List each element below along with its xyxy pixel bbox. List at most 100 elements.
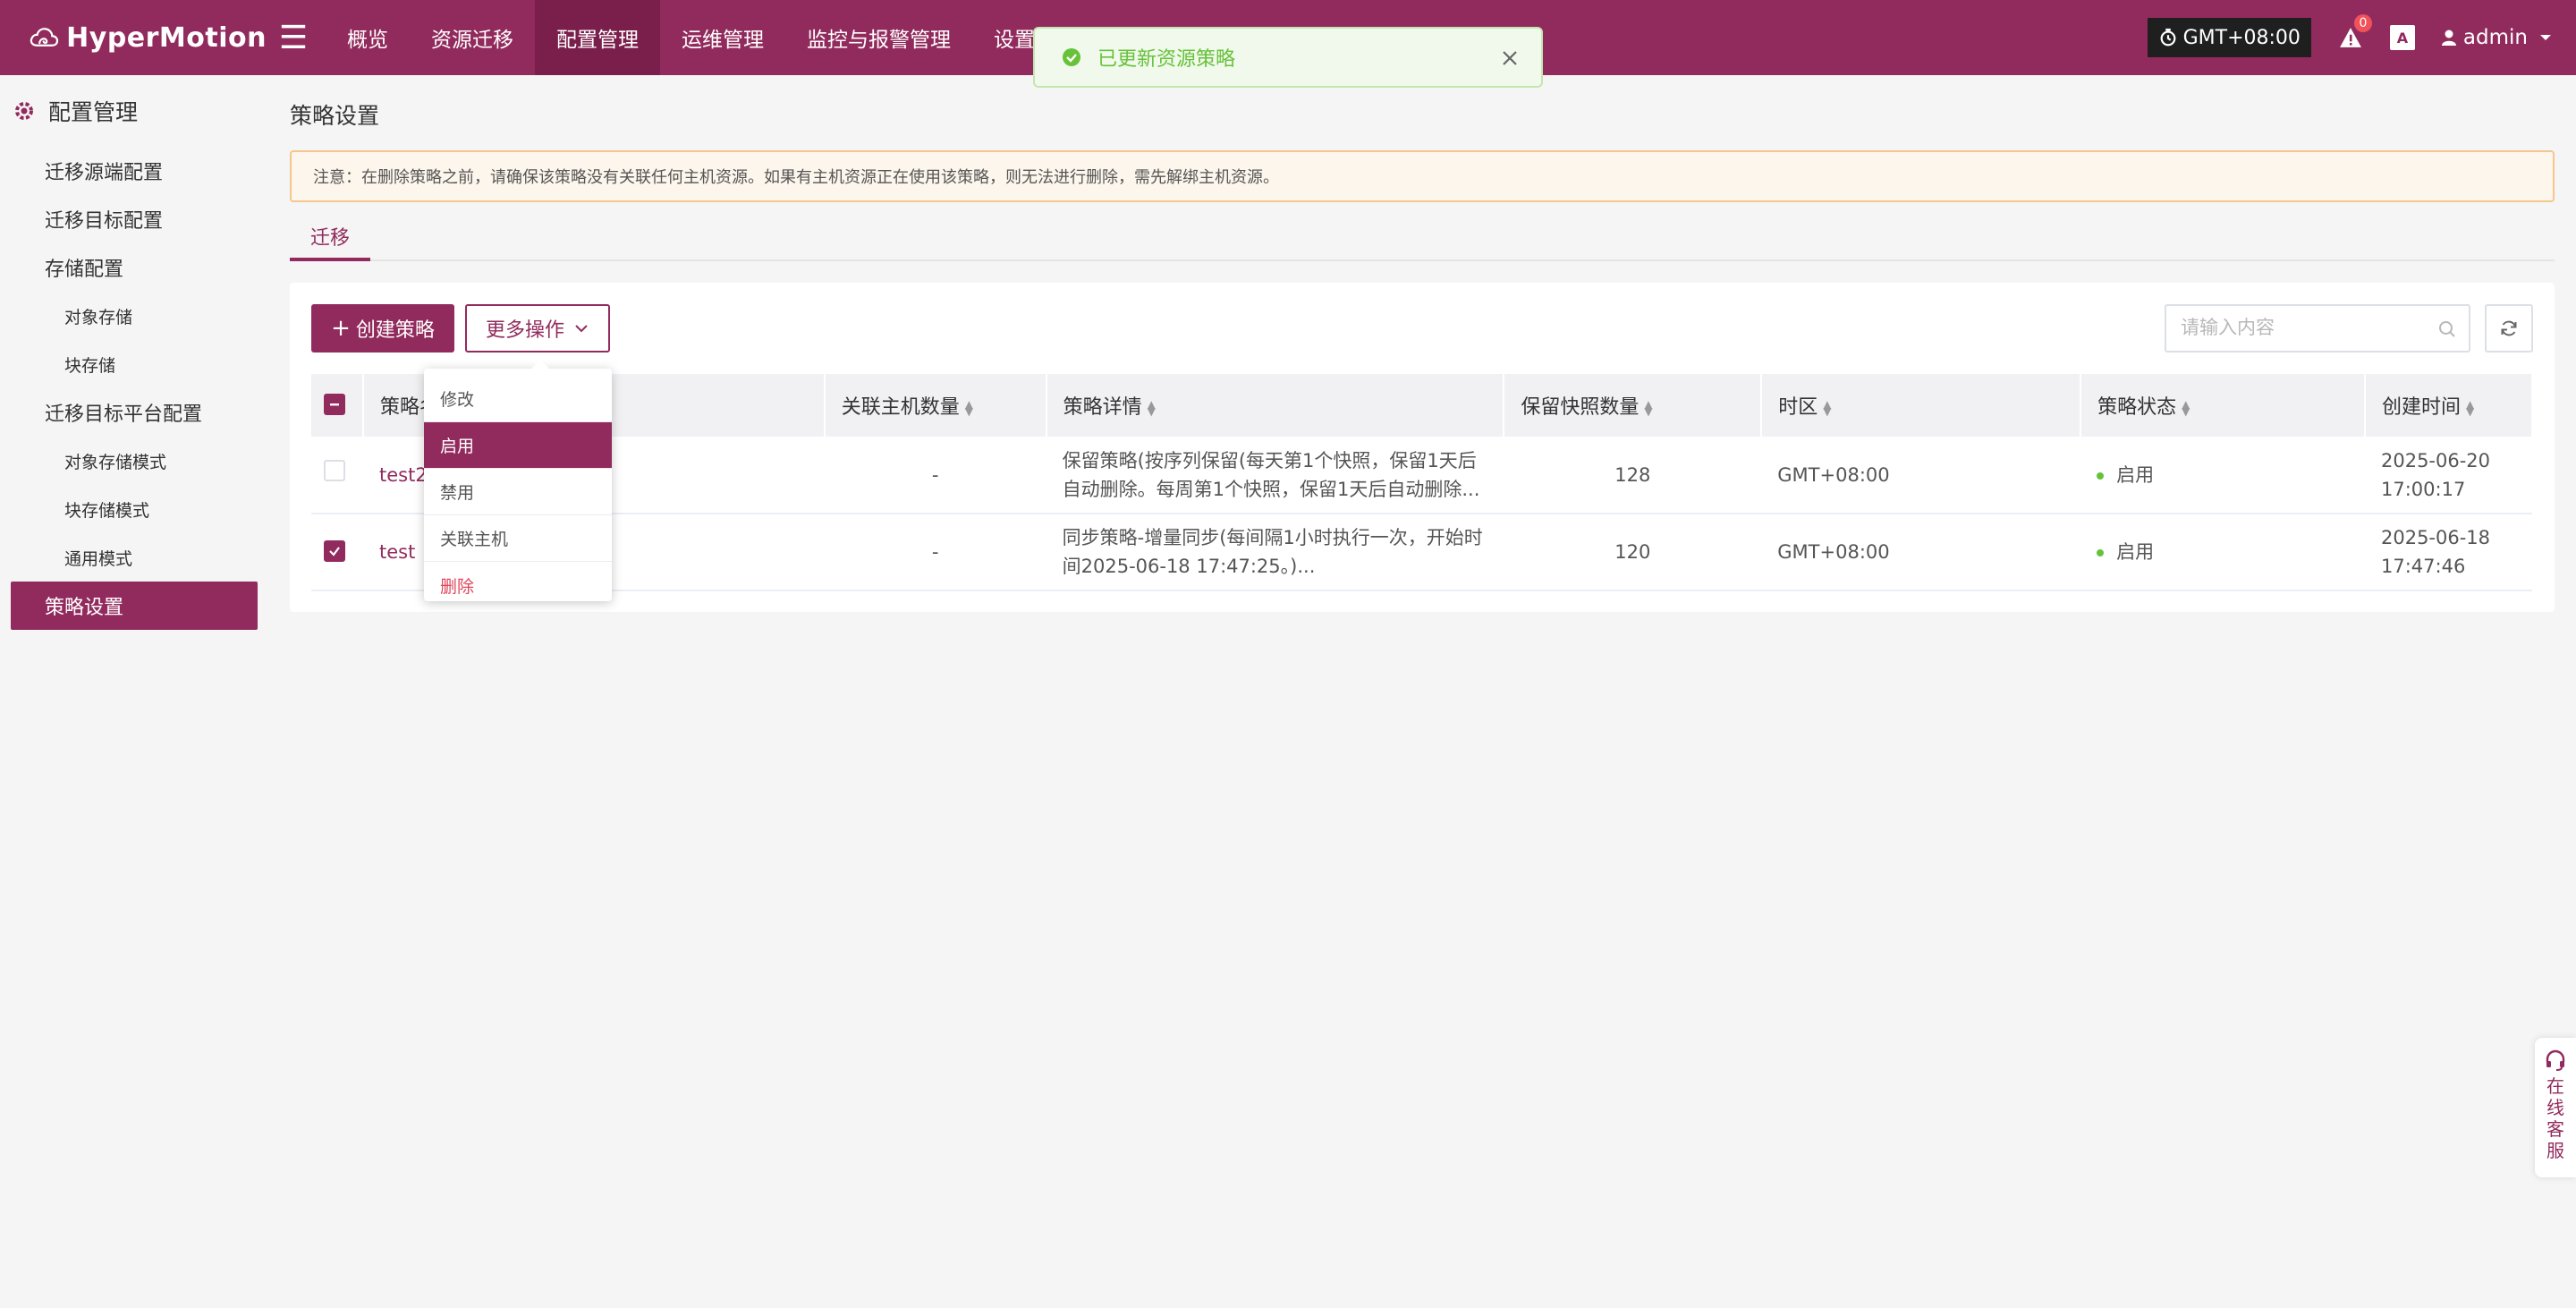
minus-icon xyxy=(330,403,339,406)
warning-notice: 注意：在删除策略之前，请确保该策略没有关联任何主机资源。如果有主机资源正在使用该… xyxy=(290,150,2555,202)
online-service-button[interactable]: 在 线 客 服 xyxy=(2535,1038,2576,1177)
column-header-timezone[interactable]: 时区 ▲ ▼ xyxy=(1761,374,2082,437)
alert-button[interactable]: 0 xyxy=(2334,14,2372,55)
logo[interactable]: HyperMotion xyxy=(29,11,267,64)
column-header-hosts-label: 关联主机数量 xyxy=(841,396,960,419)
page-title: 策略设置 xyxy=(290,103,380,129)
status-dot-icon xyxy=(2097,549,2105,556)
status-label: 启用 xyxy=(2116,463,2155,486)
detail-line: 同步策略-增量同步(每间隔1小时执行一次，开始时 xyxy=(1062,527,1483,548)
create-policy-button[interactable]: + 创建策略 xyxy=(311,304,454,352)
select-all-cell xyxy=(311,374,364,437)
sidebar-item-storage-config[interactable]: 存储配置 xyxy=(0,243,268,292)
column-header-status-label: 策略状态 xyxy=(2097,396,2177,419)
hosts-cell: - xyxy=(824,514,1046,591)
sidebar-item-object-storage[interactable]: 对象存储 xyxy=(0,292,268,340)
column-header-snapshots[interactable]: 保留快照数量 ▲ ▼ xyxy=(1504,374,1763,437)
nav-item-monitoring-alarm[interactable]: 监控与报警管理 xyxy=(785,0,972,75)
sidebar-item-migration-source[interactable]: 迁移源端配置 xyxy=(0,147,268,195)
app-name: HyperMotion xyxy=(66,21,267,54)
online-service-char: 客 xyxy=(2546,1118,2564,1140)
timezone-cell: GMT+08:00 xyxy=(1761,514,2081,591)
nav-item-resource-migration[interactable]: 资源迁移 xyxy=(410,0,535,75)
menu-toggle-icon[interactable]: ☰ xyxy=(267,0,320,75)
headset-icon xyxy=(2546,1049,2565,1071)
nav-item-config-management[interactable]: 配置管理 xyxy=(535,0,660,75)
tab-bar: 迁移 xyxy=(290,224,2555,261)
column-header-detail-label: 策略详情 xyxy=(1063,396,1142,419)
refresh-icon xyxy=(2501,320,2517,336)
detail-line: 自动删除。每周第1个快照，保留1天后自动删除... xyxy=(1062,478,1480,500)
status-dot-icon xyxy=(2097,471,2105,480)
column-header-detail[interactable]: 策略详情 ▲ ▼ xyxy=(1046,374,1505,437)
search-icon[interactable] xyxy=(2438,320,2456,338)
policy-name-link[interactable]: test xyxy=(379,541,415,563)
sidebar-item-block-storage-mode[interactable]: 块存储模式 xyxy=(0,485,268,533)
column-header-snapshots-label: 保留快照数量 xyxy=(1521,396,1640,419)
sidebar-item-migration-target[interactable]: 迁移目标配置 xyxy=(0,195,268,243)
sidebar-item-object-storage-mode[interactable]: 对象存储模式 xyxy=(0,437,268,485)
sort-icon[interactable]: ▲ ▼ xyxy=(1823,399,1831,417)
online-service-char: 在 xyxy=(2546,1075,2564,1097)
menu-item-associate-host[interactable]: 关联主机 xyxy=(424,515,612,562)
column-header-timezone-label: 时区 xyxy=(1778,396,1818,419)
user-icon xyxy=(2441,30,2456,46)
sidebar-item-general-mode[interactable]: 通用模式 xyxy=(0,533,268,582)
created-time: 17:47:46 xyxy=(2380,556,2466,577)
sidebar-item-target-platform[interactable]: 迁移目标平台配置 xyxy=(0,388,268,437)
check-icon xyxy=(329,547,340,556)
column-header-created[interactable]: 创建时间 ▲ ▼ xyxy=(2364,374,2534,437)
language-switch-icon[interactable]: A xyxy=(2389,25,2415,50)
nav-item-overview[interactable]: 概览 xyxy=(326,0,410,75)
nav-item-ops-management[interactable]: 运维管理 xyxy=(660,0,785,75)
sort-icon[interactable]: ▲ ▼ xyxy=(2182,399,2190,417)
sort-icon[interactable]: ▲ ▼ xyxy=(1148,399,1156,417)
search-input[interactable] xyxy=(2181,318,2431,339)
policy-name-link[interactable]: test2 xyxy=(379,464,428,486)
search-box xyxy=(2165,304,2470,352)
detail-cell: 同步策略-增量同步(每间隔1小时执行一次，开始时 间2025-06-18 17:4… xyxy=(1046,514,1504,591)
chevron-down-icon xyxy=(575,325,588,333)
table-row[interactable]: test - 同步策略-增量同步(每间隔1小时执行一次，开始时 间2025-06-… xyxy=(311,514,2532,591)
more-actions-button[interactable]: 更多操作 xyxy=(465,304,610,352)
detail-line: 间2025-06-18 17:47:25。)... xyxy=(1062,556,1316,577)
column-header-hosts[interactable]: 关联主机数量 ▲ ▼ xyxy=(824,374,1047,437)
timezone-button[interactable]: GMT+08:00 xyxy=(2147,18,2311,57)
online-service-char: 线 xyxy=(2546,1097,2564,1118)
tab-migration[interactable]: 迁移 xyxy=(290,224,370,261)
created-time: 17:00:17 xyxy=(2380,478,2466,500)
username: admin xyxy=(2462,26,2528,49)
row-checkbox[interactable] xyxy=(324,540,345,562)
create-policy-label: 创建策略 xyxy=(355,319,435,342)
menu-item-disable[interactable]: 禁用 xyxy=(424,469,612,515)
menu-item-edit[interactable]: 修改 xyxy=(424,376,612,422)
user-menu[interactable]: admin xyxy=(2440,26,2558,49)
table-row[interactable]: test2 - 保留策略(按序列保留(每天第1个快照，保留1天后 自动删除。每周第… xyxy=(311,437,2532,514)
sort-icon[interactable]: ▲ ▼ xyxy=(965,399,973,417)
timezone-label: GMT+08:00 xyxy=(2182,26,2301,49)
more-actions-dropdown: 修改 启用 禁用 关联主机 删除 xyxy=(424,360,612,601)
sort-icon[interactable]: ▲ ▼ xyxy=(2466,399,2474,417)
column-header-created-label: 创建时间 xyxy=(2381,396,2461,419)
success-check-icon xyxy=(1063,48,1080,66)
close-icon[interactable] xyxy=(1500,48,1520,68)
row-checkbox[interactable] xyxy=(324,460,345,481)
sidebar-title-label: 配置管理 xyxy=(48,99,139,125)
policy-card: + 创建策略 更多操作 策略名 关联主机数量▲▼ 策略详情▲▼ 保 xyxy=(290,283,2555,612)
created-cell: 2025-06-20 17:00:17 xyxy=(2364,437,2532,514)
hosts-cell: - xyxy=(824,437,1046,514)
select-all-checkbox[interactable] xyxy=(324,394,345,415)
gear-config-icon xyxy=(15,102,33,120)
sidebar-item-block-storage[interactable]: 块存储 xyxy=(0,340,268,388)
snapshots-cell: 128 xyxy=(1504,437,1762,514)
refresh-button[interactable] xyxy=(2485,304,2533,352)
sidebar-item-policy-settings[interactable]: 策略设置 xyxy=(11,582,258,630)
header-right: GMT+08:00 0 A admin xyxy=(2147,0,2576,75)
table-header-row: 策略名 关联主机数量 ▲ ▼ 策略详情 ▲ ▼ 保留快照数量 ▲ ▼ 时区 ▲ ▼ 策略状态 ▲ ▼… xyxy=(311,374,2534,437)
created-cell: 2025-06-18 17:47:46 xyxy=(2364,514,2532,591)
column-header-status[interactable]: 策略状态 ▲ ▼ xyxy=(2080,374,2366,437)
menu-item-delete[interactable]: 删除 xyxy=(424,562,612,608)
menu-item-enable[interactable]: 启用 xyxy=(424,422,612,469)
more-actions-label: 更多操作 xyxy=(485,319,564,342)
sort-icon[interactable]: ▲ ▼ xyxy=(1644,399,1652,417)
